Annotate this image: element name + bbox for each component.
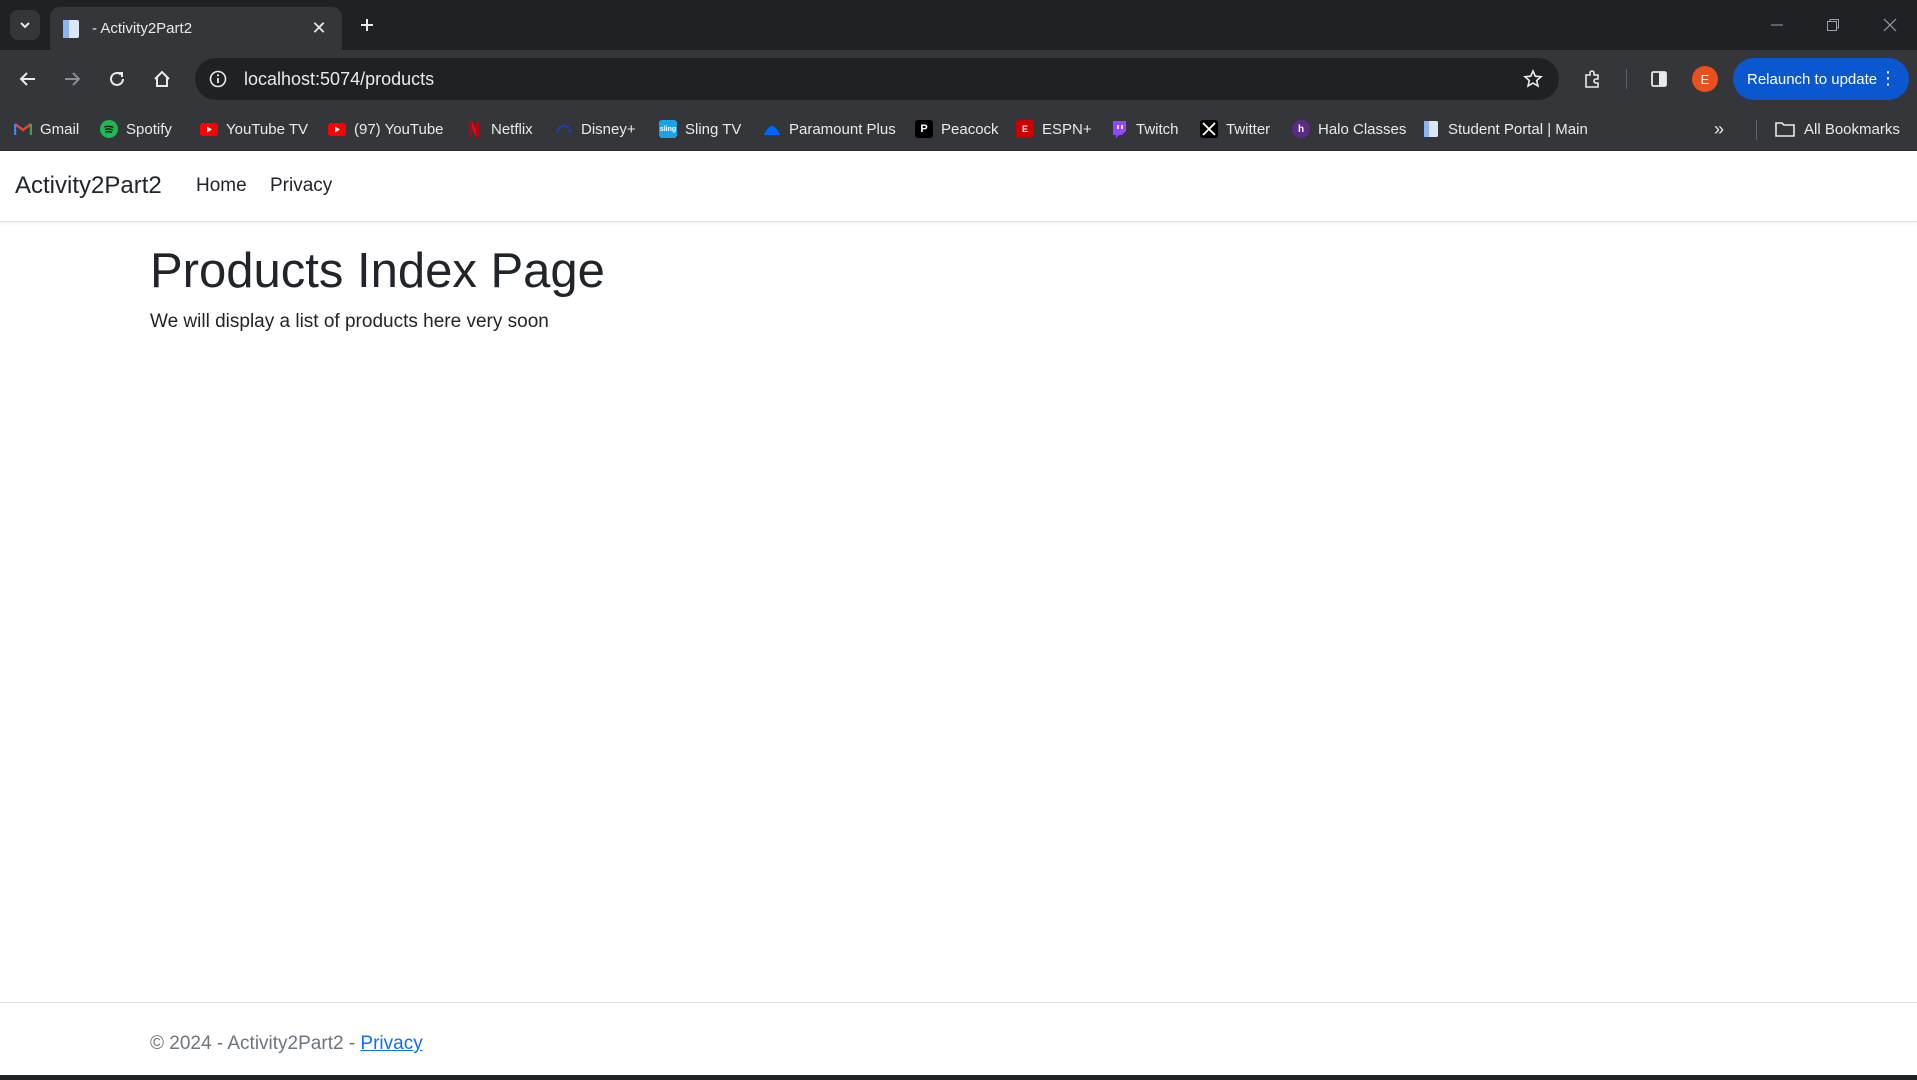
bookmark-star-icon[interactable]: [1517, 63, 1549, 95]
disney-plus-icon: [555, 120, 573, 138]
youtube-tv-icon: [200, 120, 218, 138]
plus-icon: [361, 19, 373, 31]
bookmark-peacock[interactable]: P Peacock: [915, 117, 999, 141]
forward-button[interactable]: [56, 63, 88, 95]
bookmark-youtube[interactable]: (97) YouTube: [328, 117, 444, 141]
more-vert-icon[interactable]: ⋮: [1879, 68, 1897, 88]
home-icon: [154, 70, 170, 87]
sling-tv-icon: sling: [659, 120, 677, 138]
restore-icon: [1827, 19, 1839, 31]
arrow-right-icon: [65, 72, 81, 86]
all-bookmarks-label: All Bookmarks: [1804, 120, 1900, 138]
bookmark-paramount-plus[interactable]: Paramount Plus: [763, 117, 896, 141]
close-icon: [1883, 18, 1897, 32]
extensions-icon[interactable]: [1576, 63, 1608, 95]
site-brand[interactable]: Activity2Part2: [15, 172, 162, 200]
halo-icon: h: [1292, 120, 1310, 138]
footer-privacy-link[interactable]: Privacy: [360, 1033, 422, 1054]
espn-plus-icon: E: [1016, 120, 1034, 138]
tab-title: - Activity2Part2: [92, 20, 193, 37]
bookmark-label: Sling TV: [685, 120, 742, 138]
relaunch-button[interactable]: Relaunch to update ⋮: [1733, 58, 1909, 100]
page-description: We will display a list of products here …: [150, 311, 549, 332]
info-icon[interactable]: [204, 65, 232, 93]
bookmark-label: Peacock: [941, 120, 999, 138]
bookmark-label: Halo Classes: [1318, 120, 1407, 138]
bookmarks-bar: Gmail Spotify YouTube TV (97) YouTube Ne…: [0, 107, 1917, 151]
profile-avatar[interactable]: E: [1692, 66, 1718, 92]
window-bottom-edge: [0, 1075, 1917, 1080]
minimize-icon: [1771, 24, 1783, 26]
close-icon[interactable]: ✕: [308, 18, 330, 39]
bookmark-halo-classes[interactable]: h Halo Classes: [1292, 117, 1406, 141]
bookmark-label: Disney+: [581, 120, 636, 138]
page-icon: [1422, 120, 1440, 138]
close-window-button[interactable]: [1870, 10, 1910, 40]
browser-toolbar: localhost:5074/products E Relaunch to up…: [0, 50, 1917, 107]
reload-icon: [110, 71, 124, 86]
twitch-icon: [1110, 120, 1128, 138]
tab-search-button[interactable]: [10, 10, 40, 40]
minimize-button[interactable]: [1757, 10, 1797, 40]
side-panel-icon[interactable]: [1643, 63, 1675, 95]
folder-icon: [1775, 122, 1795, 137]
restore-button[interactable]: [1813, 10, 1853, 40]
main-content: Products Index Page We will display a li…: [150, 243, 605, 333]
footer-text: © 2024 - Activity2Part2 - Privacy: [150, 1033, 423, 1055]
page-title: Products Index Page: [150, 244, 605, 298]
reload-button[interactable]: [101, 63, 133, 95]
peacock-icon: P: [915, 120, 933, 138]
bookmark-youtube-tv[interactable]: YouTube TV: [200, 117, 308, 141]
page-icon: [63, 19, 79, 38]
spotify-icon: [100, 120, 118, 138]
x-icon: [1200, 120, 1218, 138]
url-text[interactable]: localhost:5074/products: [244, 69, 1517, 90]
bookmark-twitch[interactable]: Twitch: [1110, 117, 1179, 141]
bookmarks-divider: [1756, 120, 1757, 140]
bookmark-label: Twitter: [1226, 120, 1271, 138]
tab-strip: - Activity2Part2 ✕: [0, 0, 1917, 50]
bookmark-label: YouTube TV: [226, 120, 309, 138]
home-button[interactable]: [146, 63, 178, 95]
bookmark-gmail[interactable]: Gmail: [14, 117, 79, 141]
relaunch-label: Relaunch to update: [1747, 70, 1878, 88]
site-navbar: Activity2Part2 Home Privacy: [0, 151, 1917, 222]
site-footer: © 2024 - Activity2Part2 - Privacy: [0, 1002, 1917, 1080]
new-tab-button[interactable]: [352, 10, 382, 40]
active-tab[interactable]: - Activity2Part2 ✕: [50, 7, 342, 50]
web-page: Activity2Part2 Home Privacy Products Ind…: [0, 151, 1917, 1080]
arrow-left-icon: [19, 72, 35, 86]
paramount-plus-icon: [763, 120, 781, 138]
bookmark-label: Student Portal | Main: [1448, 120, 1588, 138]
bookmark-sling-tv[interactable]: sling Sling TV: [659, 117, 741, 141]
bookmark-espn-plus[interactable]: E ESPN+: [1016, 117, 1092, 141]
nav-privacy-link[interactable]: Privacy: [270, 175, 332, 197]
chevron-double-right-icon[interactable]: »: [1714, 119, 1724, 140]
bookmark-netflix[interactable]: Netflix: [465, 117, 533, 141]
bookmark-twitter[interactable]: Twitter: [1200, 117, 1270, 141]
gmail-icon: [14, 120, 32, 138]
bookmark-label: Gmail: [40, 120, 80, 138]
netflix-icon: [465, 120, 483, 138]
bookmark-label: Paramount Plus: [789, 120, 896, 138]
bookmark-label: (97) YouTube: [354, 120, 444, 138]
back-button[interactable]: [12, 63, 44, 95]
footer-copyright: © 2024 - Activity2Part2 -: [150, 1033, 361, 1054]
nav-home-link[interactable]: Home: [196, 175, 247, 197]
bookmark-label: Netflix: [491, 120, 533, 138]
chevron-down-icon: [20, 22, 30, 29]
bookmark-label: Spotify: [126, 120, 172, 138]
all-bookmarks-button[interactable]: All Bookmarks: [1775, 117, 1900, 141]
bookmark-disney-plus[interactable]: Disney+: [555, 117, 636, 141]
toolbar-divider: [1626, 69, 1627, 89]
bookmark-label: ESPN+: [1042, 120, 1092, 138]
youtube-icon: [328, 120, 346, 138]
address-bar[interactable]: localhost:5074/products: [195, 58, 1559, 100]
bookmark-student-portal[interactable]: Student Portal | Main: [1422, 117, 1588, 141]
bookmark-label: Twitch: [1136, 120, 1179, 138]
bookmark-spotify[interactable]: Spotify: [100, 117, 172, 141]
